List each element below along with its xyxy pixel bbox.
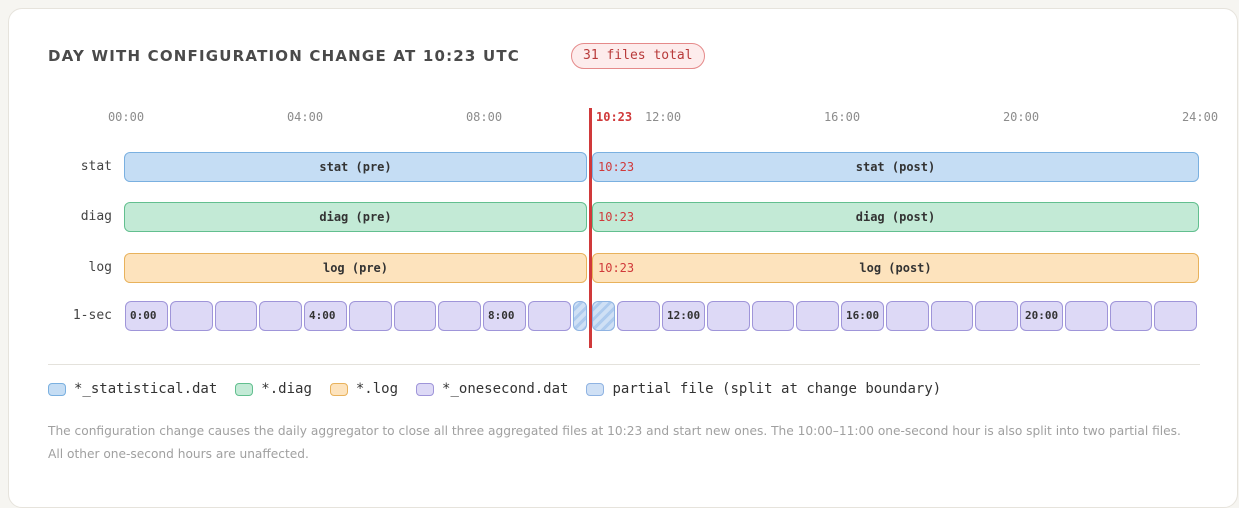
diagram-title: DAY WITH CONFIGURATION CHANGE AT 10:23 U… <box>48 47 521 65</box>
onesecond-hour-file <box>214 301 258 331</box>
legend-label: *_onesecond.dat <box>442 381 569 397</box>
legend-item: *.diag <box>235 381 312 397</box>
onesecond-hour-file <box>885 301 929 331</box>
legend-item: *.log <box>329 381 399 397</box>
onesecond-hour-file <box>617 301 660 331</box>
legend-label: *.diag <box>261 381 312 397</box>
row-label-1-sec: 1-sec <box>72 308 112 323</box>
axis-tick: 24:00 <box>1181 110 1219 124</box>
onesecond-hour-file <box>259 301 302 331</box>
axis-tick: 08:00 <box>465 110 503 124</box>
onesecond-hour-file <box>1154 301 1197 331</box>
onesecond-hour-file <box>169 301 213 331</box>
log-post-file: 10:23 log (post) <box>592 253 1199 283</box>
row-label-log: log <box>88 260 112 275</box>
legend-label: *.log <box>355 381 399 397</box>
change-time-tick: 10:23 <box>596 110 633 124</box>
onesecond-hour-file <box>930 301 974 331</box>
legend-swatch <box>416 382 435 396</box>
stat-pre-file: stat (pre) <box>124 152 587 182</box>
legend-label: partial file (split at change boundary) <box>612 381 942 397</box>
change-time-label: 10:23 <box>598 160 635 174</box>
log-pre-file: log (pre) <box>124 253 587 283</box>
onesecond-hour-file <box>348 301 392 331</box>
axis-tick: 20:00 <box>1002 110 1040 124</box>
legend-label: *_statistical.dat <box>74 381 218 397</box>
onesecond-hour-file <box>706 301 750 331</box>
onesecond-partial-post <box>592 301 616 331</box>
legend-swatch <box>235 382 254 396</box>
onesecond-hour-file: 8:00 <box>483 301 526 331</box>
axis-tick: 16:00 <box>823 110 861 124</box>
diag-post-file: 10:23 diag (post) <box>592 202 1199 232</box>
axis-tick: 04:00 <box>286 110 324 124</box>
onesecond-hour-file <box>796 301 839 331</box>
legend-item: *_statistical.dat <box>48 381 217 397</box>
legend-swatch <box>48 382 66 396</box>
onesecond-hour-file <box>393 301 437 331</box>
onesecond-hour-file <box>1064 301 1108 331</box>
legend: *_statistical.dat *.diag *.log *_onesecond.… <box>48 381 959 397</box>
onesecond-hour-file: 4:00 <box>304 301 347 331</box>
legend-swatch <box>586 382 605 396</box>
stat-post-file: 10:23 stat (post) <box>592 152 1199 182</box>
files-total-badge: 31 files total <box>571 43 705 69</box>
explanation-note: The configuration change causes the dail… <box>48 424 1181 461</box>
row-label-stat: stat <box>80 159 112 174</box>
diag-pre-file: diag (pre) <box>124 202 587 232</box>
onesecond-hour-file: 16:00 <box>841 301 884 331</box>
row-label-diag: diag <box>80 209 112 224</box>
legend-item: partial file (split at change boundary) <box>586 381 941 397</box>
change-boundary-line <box>589 108 592 348</box>
onesecond-hour-file <box>975 301 1018 331</box>
change-time-label: 10:23 <box>598 210 635 224</box>
log-post-label: log (post) <box>859 261 932 275</box>
change-time-label: 10:23 <box>598 261 635 275</box>
onesecond-hour-file: 12:00 <box>662 301 705 331</box>
axis-tick: 12:00 <box>644 110 682 124</box>
onesecond-hour-file: 20:00 <box>1020 301 1063 331</box>
onesecond-hour-file <box>527 301 571 331</box>
onesecond-hour-file <box>438 301 481 331</box>
onesecond-hour-file <box>751 301 795 331</box>
onesecond-partial-pre <box>572 301 587 331</box>
legend-swatch <box>329 382 348 396</box>
onesecond-hour-file <box>1109 301 1153 331</box>
axis-tick: 00:00 <box>107 110 145 124</box>
onesecond-hour-file: 0:00 <box>125 301 168 331</box>
legend-item: *_onesecond.dat <box>416 381 568 397</box>
diag-post-label: diag (post) <box>855 210 936 224</box>
stat-post-label: stat (post) <box>855 160 936 174</box>
divider <box>48 364 1200 365</box>
